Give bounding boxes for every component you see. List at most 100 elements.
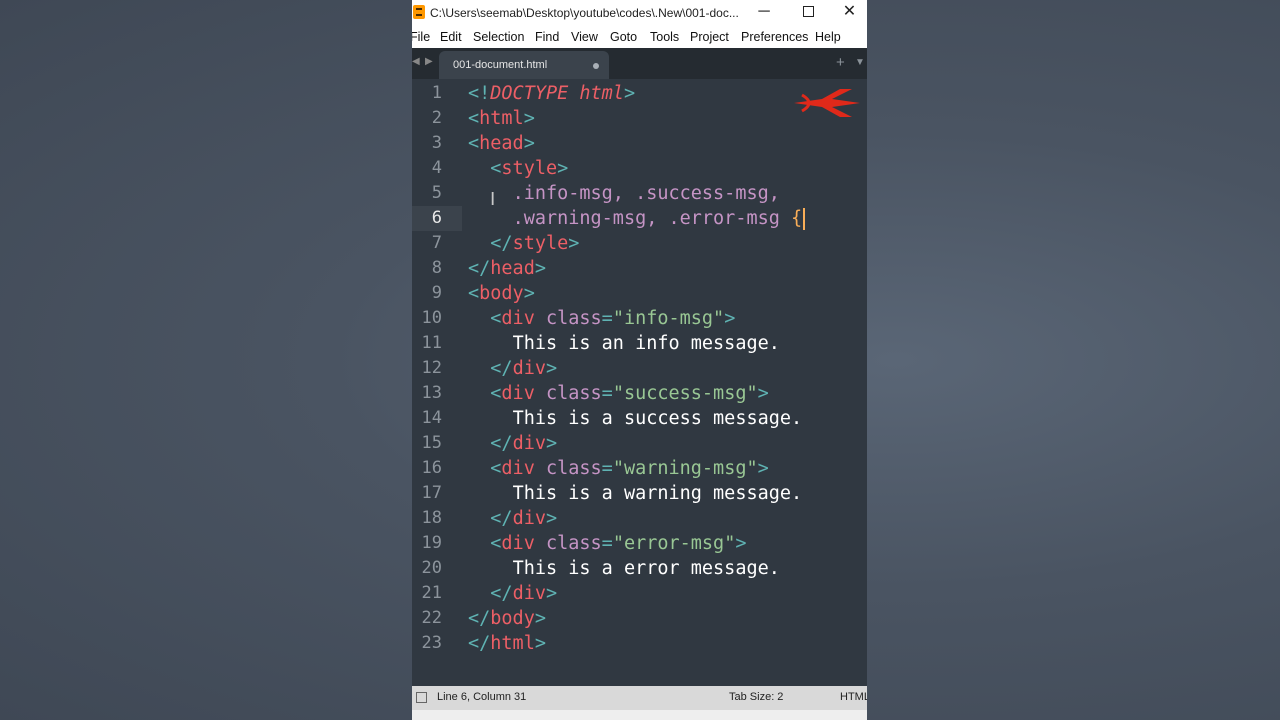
code-line: .info-msg, .success-msg, (468, 181, 780, 206)
code-line: <div class="error-msg"> (468, 531, 746, 556)
code-token: style (501, 158, 558, 179)
window-title: C:\Users\seemab\Desktop\youtube\codes\.N… (430, 6, 739, 20)
menu-file[interactable]: File (412, 30, 430, 44)
code-line: </div> (468, 356, 557, 381)
code-line: <style> (468, 156, 568, 181)
tab-prev-icon[interactable]: ◀ (412, 56, 420, 67)
menu-view[interactable]: View (571, 30, 598, 44)
new-tab-icon[interactable]: + (836, 54, 845, 71)
code-line: This is a success message. (468, 406, 803, 431)
indent-guide (468, 308, 490, 329)
menu-preferences[interactable]: Preferences (741, 30, 808, 44)
channel-logo-icon (794, 89, 860, 117)
tab-001-document[interactable]: 001-document.html (439, 51, 609, 79)
title-bar: C:\Users\seemab\Desktop\youtube\codes\.N… (412, 0, 867, 26)
code-token: < (490, 308, 502, 329)
code-token: html (479, 108, 524, 129)
code-token: = (601, 458, 613, 479)
indent-guide (468, 508, 490, 529)
line-number: 12 (421, 358, 442, 378)
code-line: </style> (468, 231, 579, 256)
menu-goto[interactable]: Goto (610, 30, 637, 44)
indent-guide (468, 233, 490, 254)
code-token: > (534, 608, 546, 629)
code-token: { (791, 208, 803, 229)
code-line: <body> (468, 281, 535, 306)
code-line: <!DOCTYPE html> (468, 81, 635, 106)
code-line: </html> (468, 631, 546, 656)
code-token: > (545, 583, 558, 604)
minimize-button[interactable]: ─ (742, 0, 786, 26)
tab-list-icon[interactable]: ▼ (855, 57, 865, 68)
indent-guide (468, 458, 490, 479)
line-number: 2 (431, 108, 442, 128)
code-token: div (512, 433, 546, 454)
code-line: <div class="warning-msg"> (468, 456, 768, 481)
indent-guide (468, 183, 513, 204)
code-line: This is a error message. (468, 556, 780, 581)
menu-edit[interactable]: Edit (440, 30, 462, 44)
code-token: "success-msg" (612, 383, 758, 404)
code-token: < (490, 158, 502, 179)
code-token: This is an info message. (512, 333, 780, 354)
line-number: 18 (421, 508, 442, 528)
code-token: > (534, 258, 546, 279)
line-number: 14 (421, 408, 442, 428)
indent-guide (468, 533, 490, 554)
indent-guide (468, 383, 490, 404)
line-number: 22 (421, 608, 442, 628)
code-token: < (490, 383, 502, 404)
line-number: 7 (431, 233, 442, 253)
sublime-text-icon (413, 5, 425, 19)
code-token: </ (490, 583, 513, 604)
tab-size[interactable]: Tab Size: 2 (729, 691, 783, 703)
menu-tools[interactable]: Tools (650, 30, 679, 44)
line-number: 20 (421, 558, 442, 578)
tab-label: 001-document.html (453, 59, 548, 71)
code-token: </ (468, 608, 491, 629)
code-token: > (523, 283, 535, 304)
line-number: 21 (421, 583, 442, 603)
code-token: < (490, 533, 502, 554)
code-token: div (512, 583, 546, 604)
status-bar: Line 6, Column 31 Tab Size: 2 HTML (412, 686, 867, 710)
panel-toggle-icon[interactable] (416, 692, 427, 703)
code-line: </div> (468, 581, 557, 606)
code-token: This is a success message. (512, 408, 803, 429)
code-token: < (468, 133, 480, 154)
line-number: 17 (421, 483, 442, 503)
cursor-position: Line 6, Column 31 (437, 691, 527, 703)
maximize-button[interactable] (786, 0, 830, 26)
close-button[interactable]: ✕ (832, 0, 867, 26)
code-editor[interactable]: I 1 <!DOCTYPE html> 2 <html> 3 <head> 4 <style… (412, 79, 867, 686)
maximize-icon (802, 6, 814, 18)
menu-help[interactable]: Help (815, 30, 841, 44)
line-number: 6 (431, 208, 442, 228)
code-token: > (545, 508, 558, 529)
menu-project[interactable]: Project (690, 30, 729, 44)
tab-bar: ◀ ▶ 001-document.html + ▼ (412, 48, 867, 79)
code-token: This is a error message. (512, 558, 780, 579)
code-token: = (601, 308, 613, 329)
code-token: > (735, 533, 747, 554)
menu-selection[interactable]: Selection (473, 30, 524, 44)
code-token: class (534, 383, 602, 404)
code-token: > (568, 233, 580, 254)
menu-find[interactable]: Find (535, 30, 559, 44)
line-number: 9 (431, 283, 442, 303)
code-token: class (534, 533, 602, 554)
unsaved-dot-icon[interactable] (593, 63, 599, 69)
tab-next-icon[interactable]: ▶ (425, 56, 433, 67)
code-token: < (468, 283, 480, 304)
code-token: "info-msg" (612, 308, 725, 329)
code-line: .warning-msg, .error-msg { (468, 206, 806, 231)
code-token: </ (490, 508, 513, 529)
line-number: 3 (431, 133, 442, 153)
syntax-mode[interactable]: HTML (840, 691, 867, 703)
code-line: </div> (468, 506, 557, 531)
code-token: > (757, 383, 769, 404)
line-number: 15 (421, 433, 442, 453)
code-token: style (512, 233, 569, 254)
code-token: div (501, 383, 535, 404)
code-line: This is an info message. (468, 331, 780, 356)
